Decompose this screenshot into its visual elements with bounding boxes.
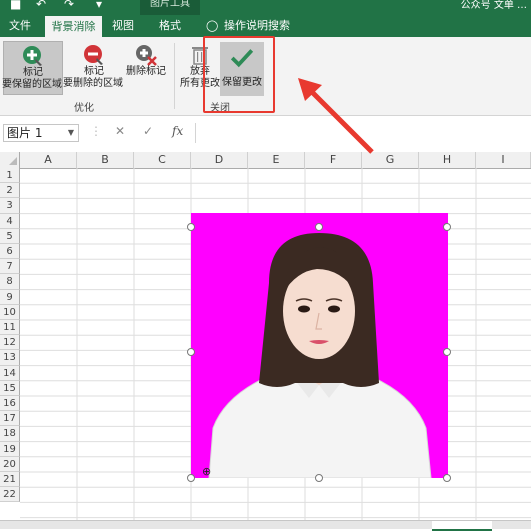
column-header[interactable]: E [248, 152, 305, 168]
annotation-highlight-box [203, 36, 275, 113]
row-header[interactable]: 14 [0, 365, 20, 381]
row-header[interactable]: 2 [0, 183, 20, 199]
column-header[interactable]: C [134, 152, 191, 168]
delete-mark-icon [136, 45, 157, 66]
tab-format[interactable]: 格式 [150, 15, 190, 37]
mark-remove-button[interactable]: 标记 要删除的区域 [63, 41, 124, 95]
mark-keep-label-2: 要保留的区域 [2, 79, 62, 90]
picture-tools-context-label: 图片工具 [140, 0, 200, 15]
row-header[interactable]: 16 [0, 396, 20, 412]
row-header[interactable]: 5 [0, 228, 20, 244]
resize-handle-bottom[interactable] [315, 474, 323, 482]
name-box-value: 图片 1 [7, 126, 43, 140]
tab-file[interactable]: 文件 [0, 15, 40, 37]
save-icon[interactable]: ■ [10, 0, 21, 11]
mark-remove-label-1: 标记 [84, 66, 104, 77]
group-separator [174, 43, 175, 109]
row-header[interactable]: 19 [0, 441, 20, 457]
row-header[interactable]: 4 [0, 213, 20, 229]
row-header[interactable]: 3 [0, 198, 20, 214]
minus-pencil-icon [84, 45, 103, 65]
portrait-image [208, 233, 432, 478]
row-header[interactable]: 13 [0, 350, 20, 366]
row-header[interactable]: 20 [0, 456, 20, 472]
portrait-photo[interactable]: ⊕ [191, 213, 448, 478]
column-header[interactable]: I [476, 152, 531, 168]
resize-handle-top[interactable] [315, 223, 323, 231]
resize-handle-bottom-left[interactable] [187, 474, 195, 482]
delete-mark-button[interactable]: 删除标记 [124, 41, 168, 95]
column-header[interactable]: H [419, 152, 476, 168]
resize-handle-bottom-right[interactable] [443, 474, 451, 482]
row-header[interactable]: 6 [0, 244, 20, 260]
name-box[interactable]: 图片 1 ▼ [3, 124, 79, 142]
rotate-handle-icon[interactable]: ⊕ [202, 465, 211, 478]
tell-me-search[interactable]: ◯ 操作说明搜索 [200, 15, 300, 37]
delete-mark-label: 删除标记 [126, 66, 166, 77]
chevron-down-icon[interactable]: ▼ [68, 125, 74, 141]
resize-handle-top-right[interactable] [443, 223, 451, 231]
formula-options-icon: ⋮ [90, 124, 102, 138]
row-header[interactable]: 21 [0, 472, 20, 488]
resize-handle-left[interactable] [187, 348, 195, 356]
row-header[interactable]: 9 [0, 289, 20, 305]
ribbon-tabs: 文件 背景消除 视图 格式 ◯ 操作说明搜索 [0, 15, 531, 38]
title-bar: ■ ↶ ↷ ▾ 图片工具 公众号 文单 … [0, 0, 531, 15]
mark-keep-button[interactable]: 标记 要保留的区域 [2, 41, 63, 95]
row-header[interactable]: 10 [0, 304, 20, 320]
resize-handle-right[interactable] [443, 348, 451, 356]
row-header[interactable]: 22 [0, 487, 20, 503]
row-header[interactable]: 18 [0, 426, 20, 442]
row-header[interactable]: 15 [0, 380, 20, 396]
row-header[interactable]: 17 [0, 411, 20, 427]
lightbulb-icon: ◯ [206, 19, 219, 32]
quick-access-dropdown-icon[interactable]: ▾ [96, 0, 102, 11]
active-sheet-tab[interactable] [432, 521, 492, 531]
row-header[interactable]: 1 [0, 168, 20, 184]
row-header[interactable]: 8 [0, 274, 20, 290]
resize-handle-top-left[interactable] [187, 223, 195, 231]
row-header[interactable]: 11 [0, 320, 20, 336]
enter-icon[interactable]: ✓ [143, 124, 153, 138]
undo-icon[interactable]: ↶ [36, 0, 46, 11]
mark-keep-label-1: 标记 [23, 67, 43, 78]
formula-input[interactable] [195, 123, 531, 143]
account-label: 公众号 文单 … [460, 0, 527, 11]
select-all-corner[interactable] [0, 152, 20, 168]
formula-bar: 图片 1 ▼ ⋮ ✕ ✓ fx [0, 119, 531, 147]
cancel-icon[interactable]: ✕ [115, 124, 125, 138]
row-header[interactable]: 7 [0, 259, 20, 275]
column-headers: A B C D E F G H I [0, 152, 531, 169]
column-header[interactable]: B [77, 152, 134, 168]
tab-remove-background[interactable]: 背景消除 [45, 15, 102, 38]
column-header[interactable]: F [305, 152, 362, 168]
column-header[interactable]: G [362, 152, 419, 168]
tell-me-label: 操作说明搜索 [224, 19, 290, 32]
plus-pencil-icon [23, 46, 42, 66]
column-header[interactable]: D [191, 152, 248, 168]
select-all-triangle-icon [9, 157, 17, 165]
insert-function-icon[interactable]: fx [172, 124, 183, 138]
optimize-group-label: 优化 [74, 103, 94, 114]
redo-icon[interactable]: ↷ [64, 0, 74, 11]
column-header[interactable]: A [20, 152, 77, 168]
row-header[interactable]: 12 [0, 335, 20, 351]
tab-view[interactable]: 视图 [106, 15, 140, 37]
mark-remove-label-2: 要删除的区域 [63, 78, 123, 89]
